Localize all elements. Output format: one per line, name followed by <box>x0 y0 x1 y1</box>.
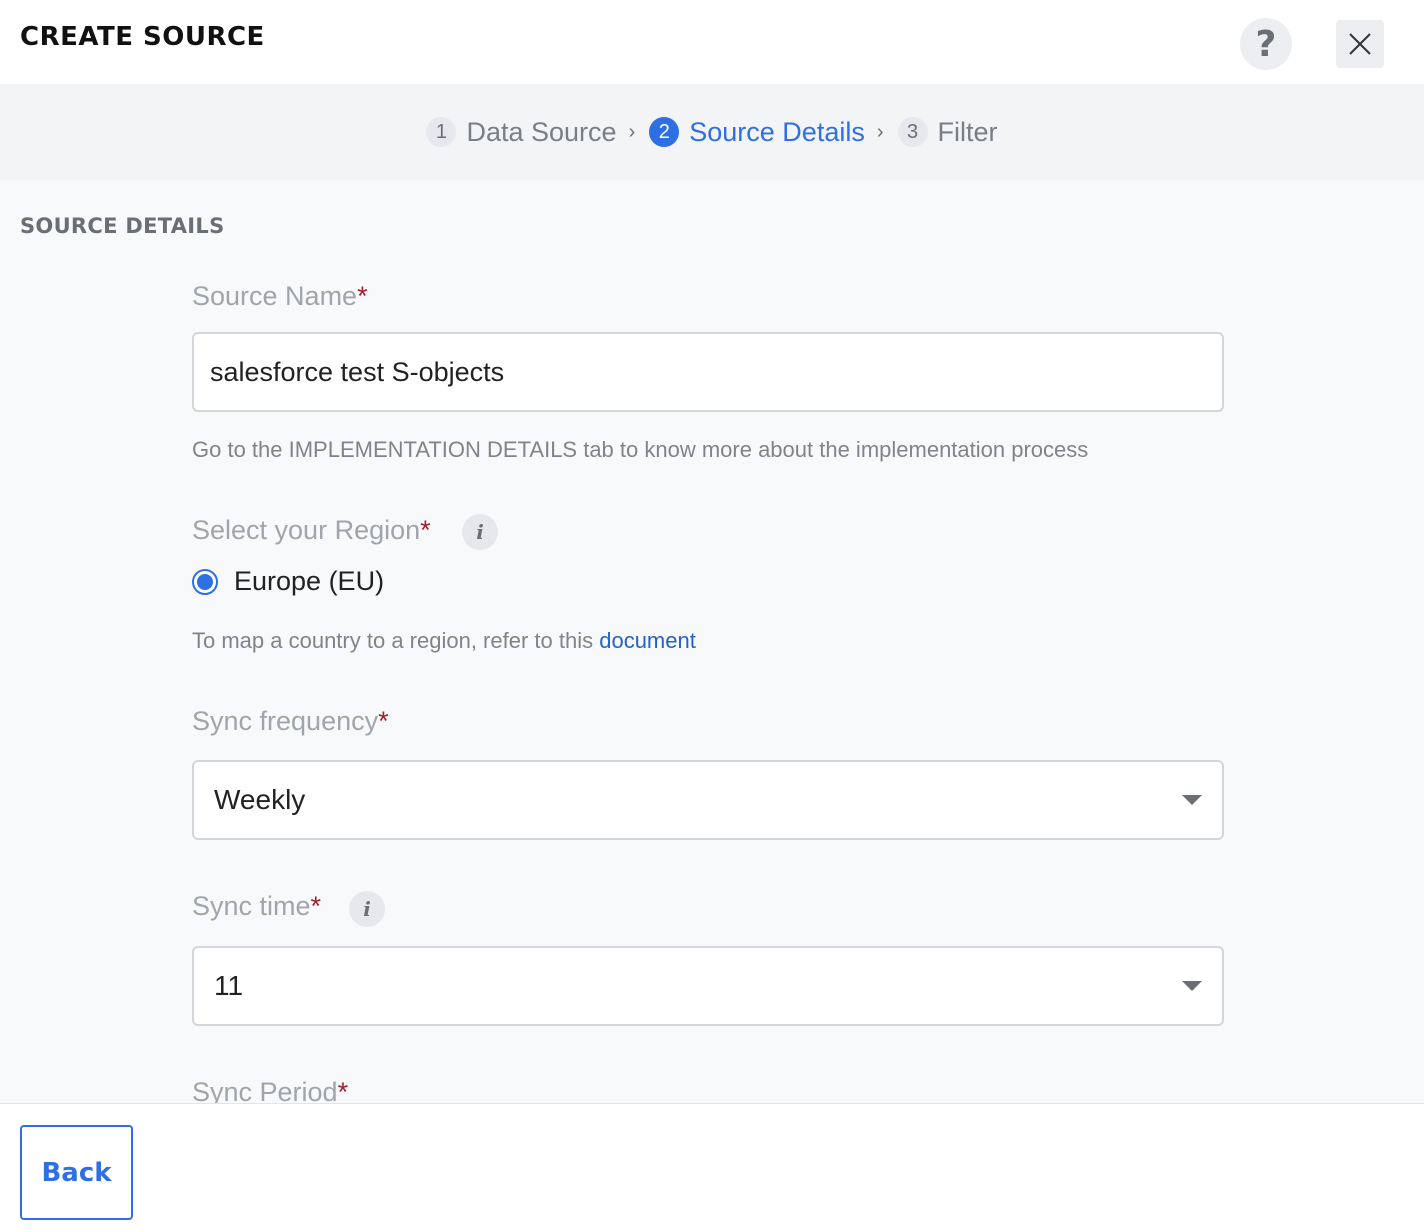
close-button[interactable] <box>1336 20 1384 68</box>
step-label: Filter <box>937 116 998 147</box>
sync-time-select[interactable]: 11 <box>192 946 1224 1026</box>
radio-selected-dot <box>197 573 213 590</box>
step-data-source[interactable]: 1 Data Source <box>426 116 617 148</box>
step-filter[interactable]: 3 Filter <box>897 116 998 148</box>
caret-down-icon <box>1182 981 1202 991</box>
info-icon[interactable]: i <box>349 891 385 927</box>
chevron-right-icon: › <box>628 120 636 143</box>
back-button[interactable]: Back <box>20 1125 133 1220</box>
step-number: 2 <box>649 117 680 147</box>
help-icon: ? <box>1255 23 1277 65</box>
required-mark: * <box>378 706 389 736</box>
label-text: Sync time <box>192 891 311 921</box>
step-source-details[interactable]: 2 Source Details <box>649 117 865 148</box>
source-name-label: Source Name* <box>192 281 368 312</box>
hint-text: To map a country to a region, refer to t… <box>192 628 594 653</box>
document-link[interactable]: document <box>599 628 696 653</box>
region-label: Select your Region* <box>192 515 431 546</box>
step-label: Data Source <box>466 116 617 147</box>
select-value: 11 <box>214 970 244 1001</box>
step-label: Source Details <box>689 116 865 147</box>
sync-time-label: Sync time* <box>192 891 321 922</box>
sync-frequency-select[interactable]: Weekly <box>192 760 1224 840</box>
wizard-stepper: 1 Data Source › 2 Source Details › 3 Fil… <box>0 84 1424 180</box>
radio-button[interactable] <box>192 568 218 595</box>
dialog-footer: Back <box>0 1103 1424 1232</box>
caret-down-icon <box>1182 795 1202 805</box>
close-icon <box>1349 33 1371 55</box>
label-text: Source Name <box>192 281 358 311</box>
region-hint: To map a country to a region, refer to t… <box>192 628 696 654</box>
create-source-dialog: CREATE SOURCE ? 1 Data Source › 2 Source… <box>0 0 1424 1232</box>
chevron-right-icon: › <box>876 120 884 143</box>
required-mark: * <box>420 515 431 545</box>
section-title: SOURCE DETAILS <box>20 214 225 238</box>
help-button[interactable]: ? <box>1240 18 1292 70</box>
required-mark: * <box>310 891 322 921</box>
source-name-input[interactable] <box>192 332 1224 412</box>
info-icon[interactable]: i <box>462 514 498 550</box>
radio-label: Europe (EU) <box>234 566 385 596</box>
label-text: Sync frequency <box>192 706 379 736</box>
implementation-hint: Go to the IMPLEMENTATION DETAILS tab to … <box>192 437 1089 462</box>
required-mark: * <box>357 281 368 311</box>
label-text: Select your Region <box>192 515 421 545</box>
dialog-title: CREATE SOURCE <box>20 22 265 52</box>
region-radio-europe[interactable]: Europe (EU) <box>192 566 384 597</box>
sync-frequency-label: Sync frequency* <box>192 706 389 737</box>
select-value: Weekly <box>214 784 306 815</box>
step-number: 3 <box>897 117 928 147</box>
dialog-header: CREATE SOURCE ? <box>0 0 1424 84</box>
step-number: 1 <box>426 117 457 147</box>
